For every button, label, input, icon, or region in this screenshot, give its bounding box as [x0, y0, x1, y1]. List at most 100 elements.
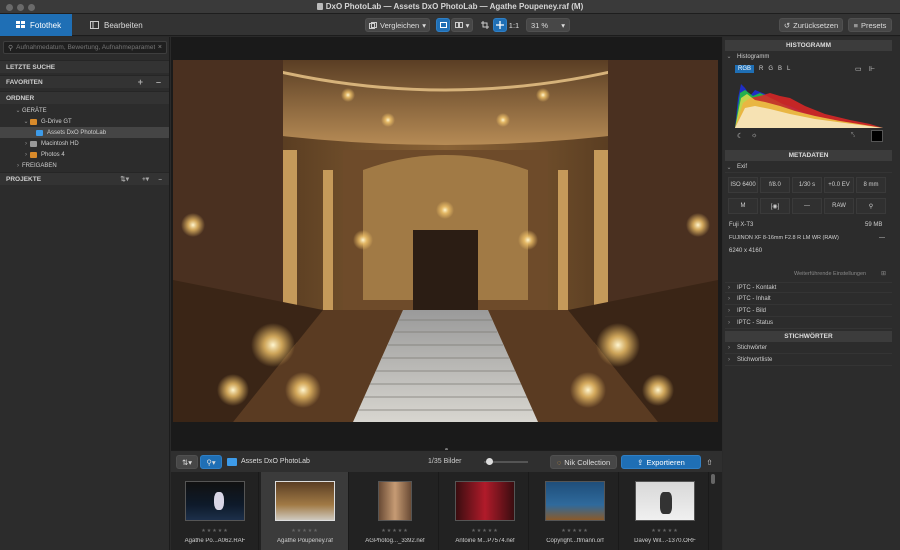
thumbnail-item[interactable]: ★★★★★ Copyright...ffmann.orf — [531, 472, 619, 550]
highlight-clipping-icon[interactable]: ☼ — [751, 132, 757, 139]
presets-button[interactable]: ≡ Presets — [848, 18, 892, 32]
nik-collection-button[interactable]: ◌ Nik Collection — [550, 455, 617, 469]
channel-b[interactable]: B — [778, 66, 782, 72]
tree-shares[interactable]: › FREIGABEN — [0, 160, 169, 171]
histogram-header[interactable]: HISTOGRAMM — [725, 40, 892, 51]
eyedropper-icon[interactable]: ⤣ — [851, 132, 855, 140]
exif-iso: ISO 6400 — [728, 177, 758, 193]
more-settings-link[interactable]: Weiterführende Einstellungen — [794, 271, 866, 277]
filmstrip-scrollbar[interactable] — [711, 474, 715, 484]
thumbnail-item[interactable]: ★★★★★ Antoine M...P7574.nef — [441, 472, 529, 550]
chevron-right-icon: › — [728, 284, 730, 291]
tab-bearbeiten[interactable]: Bearbeiten — [74, 14, 154, 36]
thumbnail-item[interactable]: ★★★★★ Agathe Po...A062.RAF — [171, 472, 259, 550]
open-settings-icon[interactable]: ⊞ — [881, 270, 886, 277]
search-input[interactable] — [16, 44, 155, 51]
ratio-1to1-button[interactable]: 1:1 — [507, 18, 521, 32]
thumbnail-item-selected[interactable]: ★★★★★ Agathe Poupeney.raf — [261, 472, 349, 550]
move-icon — [496, 21, 504, 29]
channel-l[interactable]: L — [787, 66, 790, 72]
display-icon[interactable]: ▭ — [855, 65, 862, 73]
add-favorite-icon[interactable]: + — [138, 77, 143, 87]
exif-subheader[interactable]: ⌄ Exif — [725, 162, 892, 173]
tree-macintosh[interactable]: › Macintosh HD — [0, 138, 169, 149]
section-folders[interactable]: ORDNER — [0, 91, 169, 104]
keywords-header[interactable]: STICHWÖRTER — [725, 331, 892, 342]
zoom-window-button[interactable] — [28, 4, 35, 11]
clipping-icon[interactable]: ⊩ — [869, 65, 875, 73]
sort-button[interactable]: ⇅▾ — [176, 455, 198, 469]
search-field[interactable]: ⚲ × — [3, 41, 167, 54]
metering-icon: [◉] — [760, 198, 790, 214]
chevron-right-icon: › — [17, 162, 19, 169]
rating-stars[interactable]: ★★★★★ — [351, 528, 439, 534]
share-icon: ⇧ — [706, 457, 713, 467]
drive-icon — [30, 118, 37, 125]
rating-stars[interactable]: ★★★★★ — [261, 528, 349, 534]
section-favorites[interactable]: FAVORITEN + – — [0, 75, 169, 88]
thumbnail-item[interactable]: ★★★★★ Davey Wil...-1370.ORF — [621, 472, 709, 550]
grid-view-button[interactable]: ▾ — [451, 18, 473, 32]
metadata-header[interactable]: METADATEN — [725, 150, 892, 161]
iptc-inhalt[interactable]: › IPTC - Inhalt — [725, 294, 892, 305]
color-swatch — [871, 130, 883, 142]
chevron-down-icon: ⌄ — [726, 164, 732, 171]
camera-model: Fuji X-T3 — [729, 222, 754, 228]
window-title: DxO PhotoLab — Assets DxO PhotoLab — Aga… — [316, 2, 583, 11]
export-button[interactable]: ⇪ Exportieren — [621, 455, 701, 469]
document-icon — [316, 3, 323, 10]
image-dimensions: 6240 x 4160 — [729, 248, 763, 254]
thumbnail-image — [545, 481, 605, 521]
channel-rgb[interactable]: RGB — [735, 65, 755, 73]
rating-stars[interactable]: ★★★★★ — [171, 528, 259, 534]
histogram-subheader[interactable]: ⌄ Histogramm — [725, 51, 892, 62]
drive-icon — [30, 151, 37, 158]
title-bar: DxO PhotoLab — Assets DxO PhotoLab — Aga… — [0, 0, 900, 14]
chevron-right-icon: › — [728, 345, 730, 351]
tree-gdrive[interactable]: ⌄ G-Drive GT — [0, 116, 169, 127]
rating-stars[interactable]: ★★★★★ — [621, 528, 709, 534]
iptc-bild[interactable]: › IPTC - Bild — [725, 306, 892, 317]
crop-button[interactable] — [478, 18, 492, 32]
reset-button[interactable]: ↺ Zurücksetzen — [779, 18, 843, 32]
sort-icon[interactable]: ⇅▾ — [120, 175, 129, 183]
close-window-button[interactable] — [6, 4, 13, 11]
tree-photos[interactable]: › Photos 4 — [0, 149, 169, 160]
rating-stars[interactable]: ★★★★★ — [531, 528, 619, 534]
section-projects[interactable]: PROJEKTE ⇅▾ +▾ – — [0, 172, 169, 185]
tree-assets-folder[interactable]: Assets DxO PhotoLab — [0, 127, 169, 138]
main-photo[interactable] — [173, 60, 718, 422]
share-button[interactable]: ⇧ — [703, 455, 716, 469]
reset-icon: ↺ — [783, 20, 791, 30]
filter-button[interactable]: ⚲▾ — [200, 455, 222, 469]
iptc-kontakt[interactable]: › IPTC - Kontakt — [725, 282, 892, 293]
library-icon — [16, 21, 25, 28]
rating-stars[interactable]: ★★★★★ — [441, 528, 529, 534]
zoom-select[interactable]: 31 % ▾ — [526, 18, 570, 32]
minimize-window-button[interactable] — [17, 4, 24, 11]
thumbnail-item[interactable]: ★★★★★ AGPhotog..._3392.nef — [351, 472, 439, 550]
add-project-icon[interactable]: +▾ — [142, 175, 149, 183]
slider-knob[interactable] — [486, 458, 493, 465]
channel-r[interactable]: R — [759, 66, 763, 72]
remove-project-icon[interactable]: – — [158, 176, 162, 183]
file-size: 59 MB — [865, 222, 883, 228]
thumbnail-image — [275, 481, 335, 521]
iptc-status[interactable]: › IPTC - Status — [725, 318, 892, 329]
shadow-clipping-icon[interactable]: ☾ — [737, 132, 743, 140]
clear-search-icon[interactable]: × — [158, 44, 162, 51]
compare-button[interactable]: Vergleichen ▾ — [365, 18, 430, 32]
thumbnail-size-slider[interactable] — [484, 458, 528, 465]
folder-icon — [36, 129, 43, 136]
single-view-button[interactable] — [436, 18, 450, 32]
tree-devices[interactable]: ⌄ GERÄTE — [0, 105, 169, 116]
move-button[interactable] — [493, 18, 507, 32]
keyword-list-item[interactable]: › Stichwortliste — [725, 355, 892, 366]
keywords-item[interactable]: › Stichwörter — [725, 343, 892, 354]
histogram-svg — [735, 84, 883, 128]
chevron-right-icon: › — [728, 296, 730, 302]
section-recent-search[interactable]: LETZTE SUCHE — [0, 60, 169, 73]
remove-favorite-icon[interactable]: – — [156, 77, 161, 87]
channel-g[interactable]: G — [768, 66, 773, 72]
tab-fotothek[interactable]: Fotothek — [0, 14, 72, 36]
